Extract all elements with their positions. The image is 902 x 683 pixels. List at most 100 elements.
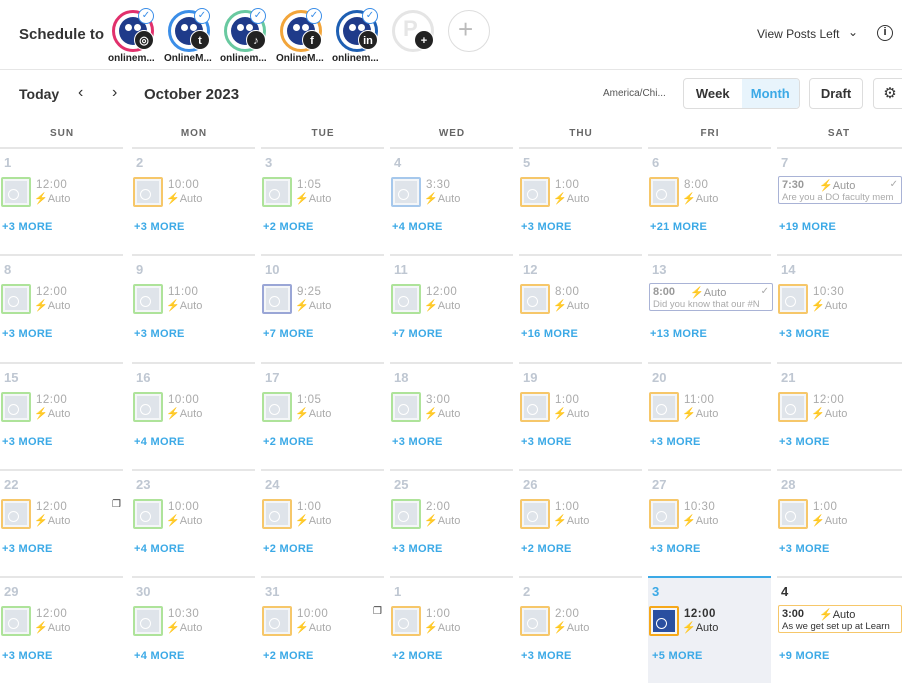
more-posts-link[interactable]: +2 MORE [521,543,572,555]
post-thumbnail[interactable] [520,606,550,636]
post-thumbnail[interactable] [133,284,163,314]
pinterest-account[interactable]: P + [390,8,446,68]
post-thumbnail[interactable] [133,177,163,207]
more-posts-link[interactable]: +3 MORE [521,650,572,662]
post-thumbnail[interactable] [262,499,292,529]
post-thumbnail[interactable] [262,392,292,422]
calendar-day-cell[interactable]: 8 12:00 ⚡Auto +3 MORE [0,254,123,362]
calendar-day-cell[interactable]: 3 1:05 ⚡Auto +2 MORE [261,147,384,254]
more-posts-link[interactable]: +13 MORE [650,328,707,340]
more-posts-link[interactable]: +4 MORE [392,221,443,233]
more-posts-link[interactable]: +21 MORE [650,221,707,233]
account-avatar[interactable]: ✓ ♪ onlinem... [220,8,278,68]
more-posts-link[interactable]: +3 MORE [650,543,701,555]
calendar-day-cell[interactable]: 15 12:00 ⚡Auto +3 MORE [0,362,123,469]
calendar-day-cell[interactable]: 4 3:00 ⚡Auto As we get set up at Learn +9 MO… [777,576,902,683]
calendar-day-cell[interactable]: 19 1:00 ⚡Auto +3 MORE [519,362,642,469]
timezone-selector[interactable]: America/Chi... [603,88,666,99]
calendar-day-cell[interactable]: 5 1:00 ⚡Auto +3 MORE [519,147,642,254]
post-thumbnail[interactable] [1,606,31,636]
post-thumbnail[interactable] [649,177,679,207]
calendar-day-cell[interactable]: 1 1:00 ⚡Auto +2 MORE [390,576,513,683]
more-posts-link[interactable]: +3 MORE [521,436,572,448]
post-thumbnail[interactable] [649,606,679,636]
calendar-day-cell[interactable]: 20 11:00 ⚡Auto +3 MORE [648,362,771,469]
calendar-day-cell[interactable]: 17 1:05 ⚡Auto +2 MORE [261,362,384,469]
post-thumbnail[interactable] [649,392,679,422]
post-thumbnail[interactable] [262,606,292,636]
calendar-day-cell[interactable]: 29 12:00 ⚡Auto +3 MORE [0,576,123,683]
scheduled-post[interactable]: 3:00 ⚡Auto As we get set up at Learn [778,605,902,633]
post-thumbnail[interactable] [520,284,550,314]
more-posts-link[interactable]: +9 MORE [779,650,830,662]
more-posts-link[interactable]: +4 MORE [134,436,185,448]
more-posts-link[interactable]: +7 MORE [263,328,314,340]
calendar-day-cell[interactable]: 28 1:00 ⚡Auto +3 MORE [777,469,902,576]
more-posts-link[interactable]: +2 MORE [263,436,314,448]
more-posts-link[interactable]: +3 MORE [2,436,53,448]
account-avatar[interactable]: ✓ ◎ onlinem... [108,8,166,68]
more-posts-link[interactable]: +19 MORE [779,221,836,233]
more-posts-link[interactable]: +4 MORE [134,650,185,662]
more-posts-link[interactable]: +3 MORE [2,221,53,233]
post-thumbnail[interactable] [778,284,808,314]
chevron-right-icon[interactable]: › [112,84,117,102]
more-posts-link[interactable]: +7 MORE [392,328,443,340]
post-thumbnail[interactable] [133,392,163,422]
post-thumbnail[interactable] [1,177,31,207]
calendar-day-cell[interactable]: 14 10:30 ⚡Auto +3 MORE [777,254,902,362]
post-thumbnail[interactable] [262,284,292,314]
calendar-day-cell[interactable]: 10 9:25 ⚡Auto +7 MORE [261,254,384,362]
calendar-day-cell[interactable]: 2 2:00 ⚡Auto +3 MORE [519,576,642,683]
calendar-day-cell[interactable]: 13 8:00 ⚡Auto ✓ Did you know that our #N +13 … [648,254,773,362]
more-posts-link[interactable]: +4 MORE [134,543,185,555]
scheduled-post[interactable]: 8:00 ⚡Auto ✓ Did you know that our #N [649,283,773,311]
calendar-day-cell[interactable]: 30 10:30 ⚡Auto +4 MORE [132,576,255,683]
post-thumbnail[interactable] [391,499,421,529]
more-posts-link[interactable]: +2 MORE [263,650,314,662]
post-thumbnail[interactable] [520,177,550,207]
more-posts-link[interactable]: +16 MORE [521,328,578,340]
calendar-day-cell[interactable]: 22 12:00 ⚡Auto ❐ +3 MORE [0,469,123,576]
account-avatar[interactable]: ✓ f OnlineM... [276,8,334,68]
calendar-day-cell[interactable]: 2 10:00 ⚡Auto +3 MORE [132,147,255,254]
more-posts-link[interactable]: +3 MORE [392,436,443,448]
post-thumbnail[interactable] [133,499,163,529]
calendar-day-cell[interactable]: 25 2:00 ⚡Auto +3 MORE [390,469,513,576]
calendar-day-cell[interactable]: 21 12:00 ⚡Auto +3 MORE [777,362,902,469]
post-thumbnail[interactable] [1,392,31,422]
month-view-button[interactable]: Month [741,79,799,108]
calendar-day-cell[interactable]: 11 12:00 ⚡Auto +7 MORE [390,254,513,362]
more-posts-link[interactable]: +3 MORE [779,328,830,340]
post-thumbnail[interactable] [391,606,421,636]
calendar-day-cell[interactable]: 9 11:00 ⚡Auto +3 MORE [132,254,255,362]
calendar-day-cell[interactable]: 18 3:00 ⚡Auto +3 MORE [390,362,513,469]
more-posts-link[interactable]: +3 MORE [650,436,701,448]
more-posts-link[interactable]: +3 MORE [779,543,830,555]
post-thumbnail[interactable] [520,499,550,529]
scheduled-post[interactable]: 7:30 ⚡Auto ✓ Are you a DO faculty mem [778,176,902,204]
post-thumbnail[interactable] [133,606,163,636]
calendar-day-cell[interactable]: 31 10:00 ⚡Auto ❐ +2 MORE [261,576,384,683]
account-avatar[interactable]: ✓ t OnlineM... [164,8,222,68]
post-thumbnail[interactable] [778,499,808,529]
more-posts-link[interactable]: +3 MORE [779,436,830,448]
chevron-down-icon[interactable]: ⌄ [848,25,858,39]
copy-icon[interactable]: ❐ [373,606,382,617]
post-thumbnail[interactable] [1,284,31,314]
more-posts-link[interactable]: +2 MORE [263,543,314,555]
calendar-day-cell[interactable]: 12 8:00 ⚡Auto +16 MORE [519,254,642,362]
post-thumbnail[interactable] [520,392,550,422]
more-posts-link[interactable]: +2 MORE [263,221,314,233]
chevron-left-icon[interactable]: ‹ [78,84,83,102]
calendar-day-cell[interactable]: 23 10:00 ⚡Auto +4 MORE [132,469,255,576]
info-icon[interactable]: i [877,25,893,41]
calendar-day-cell[interactable]: 16 10:00 ⚡Auto +4 MORE [132,362,255,469]
more-posts-link[interactable]: +3 MORE [134,221,185,233]
calendar-day-cell[interactable]: 27 10:30 ⚡Auto +3 MORE [648,469,771,576]
calendar-day-cell[interactable]: 6 8:00 ⚡Auto +21 MORE [648,147,771,254]
more-posts-link[interactable]: +3 MORE [2,650,53,662]
add-account-button[interactable]: + [446,8,502,68]
calendar-day-cell[interactable]: 7 7:30 ⚡Auto ✓ Are you a DO faculty mem +19 M… [777,147,902,254]
view-posts-left-dropdown[interactable]: View Posts Left [757,27,840,41]
